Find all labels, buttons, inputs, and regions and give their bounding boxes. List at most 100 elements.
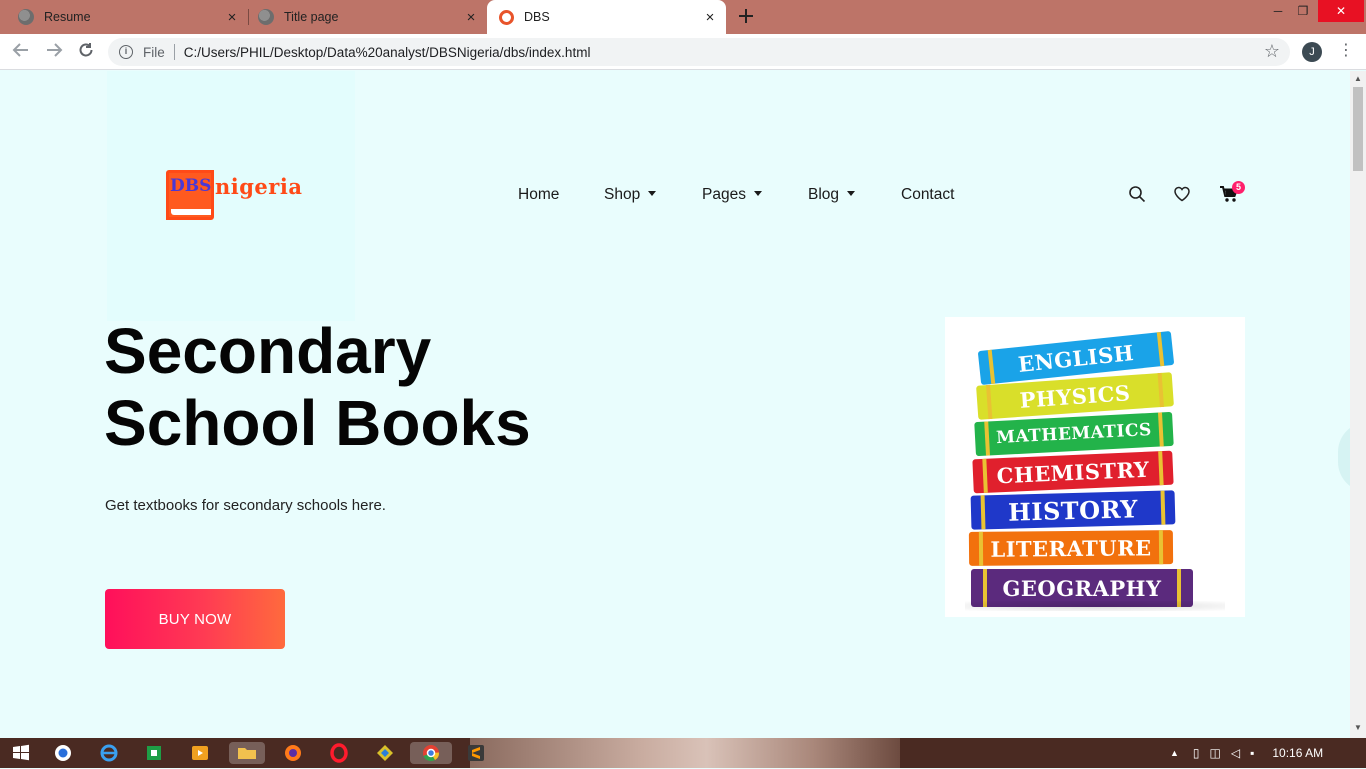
book-label: GEOGRAPHY bbox=[1002, 575, 1162, 601]
book-stack-image: ENGLISH PHYSICS MATHEMATICS CHEMISTRY HI… bbox=[945, 317, 1245, 617]
hero-title-line-1: Secondary bbox=[104, 315, 432, 387]
volume-muted-icon[interactable]: ◁ bbox=[1231, 746, 1240, 760]
minimize-button[interactable]: ─ bbox=[1266, 0, 1290, 22]
taskbar-sublime[interactable] bbox=[465, 742, 487, 764]
hero-title-line-2: School Books bbox=[104, 387, 531, 459]
reload-button[interactable] bbox=[75, 41, 97, 63]
diamond-app-icon bbox=[377, 745, 393, 761]
heart-icon bbox=[1174, 186, 1190, 202]
browser-tab-resume[interactable]: Resume × bbox=[0, 0, 248, 34]
close-tab-icon[interactable]: × bbox=[700, 9, 720, 26]
address-bar[interactable]: i File C:/Users/PHIL/Desktop/Data%20anal… bbox=[108, 38, 1290, 66]
address-divider bbox=[173, 44, 175, 60]
url-text[interactable]: C:/Users/PHIL/Desktop/Data%20analyst/DBS… bbox=[184, 45, 591, 60]
profile-avatar[interactable]: J bbox=[1302, 42, 1322, 62]
cart-count-badge: 5 bbox=[1232, 181, 1245, 194]
close-window-button[interactable]: ✕ bbox=[1318, 0, 1364, 22]
nav-label: Blog bbox=[808, 186, 840, 203]
nav-item-contact[interactable]: Contact bbox=[901, 186, 954, 204]
scroll-down-icon[interactable]: ▼ bbox=[1354, 723, 1362, 732]
book-label: LITERATURE bbox=[990, 534, 1152, 562]
nav-label: Contact bbox=[901, 186, 955, 203]
taskbar-app-3[interactable] bbox=[143, 742, 165, 764]
tab-title: DBS bbox=[524, 10, 550, 24]
nav-label: Shop bbox=[604, 186, 641, 203]
logo-text-nigeria: nigeria bbox=[215, 174, 303, 199]
taskbar-app-8[interactable] bbox=[374, 742, 396, 764]
close-tab-icon[interactable]: × bbox=[222, 9, 242, 26]
new-tab-button[interactable] bbox=[738, 6, 754, 28]
globe-icon bbox=[18, 9, 34, 25]
buy-now-button[interactable]: BUY NOW bbox=[105, 589, 285, 649]
taskbar-chrome[interactable] bbox=[410, 742, 452, 764]
nav-item-home[interactable]: Home bbox=[518, 186, 559, 204]
book-label: CHEMISTRY bbox=[996, 456, 1150, 488]
system-tray: ▲ ▯ ◫ ◁ ▪ 10:16 AM bbox=[1170, 738, 1323, 768]
side-toggle-tab[interactable] bbox=[1338, 422, 1350, 492]
book-label: MATHEMATICS bbox=[995, 419, 1153, 449]
nav-label: Home bbox=[518, 186, 560, 203]
plus-icon bbox=[739, 9, 753, 23]
taskbar-internet-explorer[interactable] bbox=[98, 742, 120, 764]
wifi-disconnected-icon[interactable]: ◫ bbox=[1210, 746, 1221, 760]
nav-label: Pages bbox=[702, 186, 746, 203]
tab-title: Title page bbox=[284, 10, 339, 24]
page-viewport: DBS nigeria Home Shop Pages Blog Contact… bbox=[0, 71, 1350, 738]
taskbar-file-explorer[interactable] bbox=[229, 742, 265, 764]
book-mathematics: MATHEMATICS bbox=[974, 411, 1174, 457]
logo-text-dbs: DBS bbox=[170, 176, 212, 196]
opera-icon bbox=[330, 743, 348, 763]
wishlist-button[interactable] bbox=[1173, 185, 1193, 205]
search-icon bbox=[1129, 186, 1146, 203]
browser-tab-title-page[interactable]: Title page × bbox=[240, 0, 487, 34]
site-favicon-icon bbox=[499, 9, 514, 25]
taskbar-clock[interactable]: 10:16 AM bbox=[1272, 746, 1323, 760]
chrome-icon bbox=[423, 745, 440, 762]
show-hidden-icons-icon[interactable]: ▲ bbox=[1170, 748, 1179, 758]
reload-icon bbox=[79, 43, 93, 57]
book-history: HISTORY bbox=[970, 490, 1176, 530]
taskbar-opera[interactable] bbox=[328, 742, 350, 764]
taskbar-firefox[interactable] bbox=[282, 742, 304, 764]
book-label: ENGLISH bbox=[1016, 339, 1136, 377]
book-chemistry: CHEMISTRY bbox=[972, 450, 1174, 494]
scroll-up-icon[interactable]: ▲ bbox=[1354, 74, 1362, 83]
restore-button[interactable]: ❐ bbox=[1291, 0, 1315, 22]
hero-subtitle: Get textbooks for secondary schools here… bbox=[105, 497, 386, 514]
hero-title: Secondary School Books bbox=[104, 315, 704, 459]
search-button[interactable] bbox=[1128, 185, 1148, 205]
back-button[interactable] bbox=[10, 41, 32, 63]
page-scrollbar[interactable]: ▲ ▼ bbox=[1350, 71, 1366, 738]
tab-title: Resume bbox=[44, 10, 91, 24]
info-icon[interactable]: i bbox=[119, 45, 133, 59]
site-logo[interactable]: DBS nigeria bbox=[166, 170, 302, 222]
bookmark-star-icon[interactable]: ☆ bbox=[1264, 41, 1280, 62]
taskbar-wallpaper bbox=[470, 738, 900, 768]
browser-toolbar: i File C:/Users/PHIL/Desktop/Data%20anal… bbox=[0, 34, 1366, 70]
network-icon[interactable]: ▯ bbox=[1193, 746, 1200, 760]
scroll-thumb[interactable] bbox=[1353, 87, 1363, 171]
sublime-text-icon bbox=[468, 745, 484, 761]
folder-icon bbox=[238, 748, 256, 759]
book-label: PHYSICS bbox=[1018, 379, 1132, 413]
battery-icon[interactable]: ▪ bbox=[1250, 746, 1254, 760]
windows-start-button[interactable] bbox=[10, 742, 32, 764]
windows-logo-icon bbox=[13, 744, 29, 761]
book-literature: LITERATURE bbox=[968, 530, 1174, 566]
book-label: HISTORY bbox=[1007, 493, 1139, 527]
forward-button[interactable] bbox=[43, 41, 65, 63]
globe-icon bbox=[258, 9, 274, 25]
close-tab-icon[interactable]: × bbox=[461, 9, 481, 26]
nav-item-shop[interactable]: Shop bbox=[604, 186, 657, 204]
caret-down-icon bbox=[847, 190, 856, 196]
browser-tab-dbs[interactable]: DBS × bbox=[487, 0, 726, 34]
browser-menu-icon[interactable]: ⋮ bbox=[1338, 40, 1354, 62]
caret-down-icon bbox=[753, 190, 762, 196]
taskbar-media-player[interactable] bbox=[189, 742, 211, 764]
nav-item-pages[interactable]: Pages bbox=[702, 186, 762, 204]
taskbar-app-1[interactable] bbox=[52, 742, 74, 764]
firefox-icon bbox=[285, 745, 301, 761]
arrow-right-icon bbox=[47, 43, 63, 57]
app-circle-icon bbox=[55, 745, 71, 761]
nav-item-blog[interactable]: Blog bbox=[808, 186, 856, 204]
